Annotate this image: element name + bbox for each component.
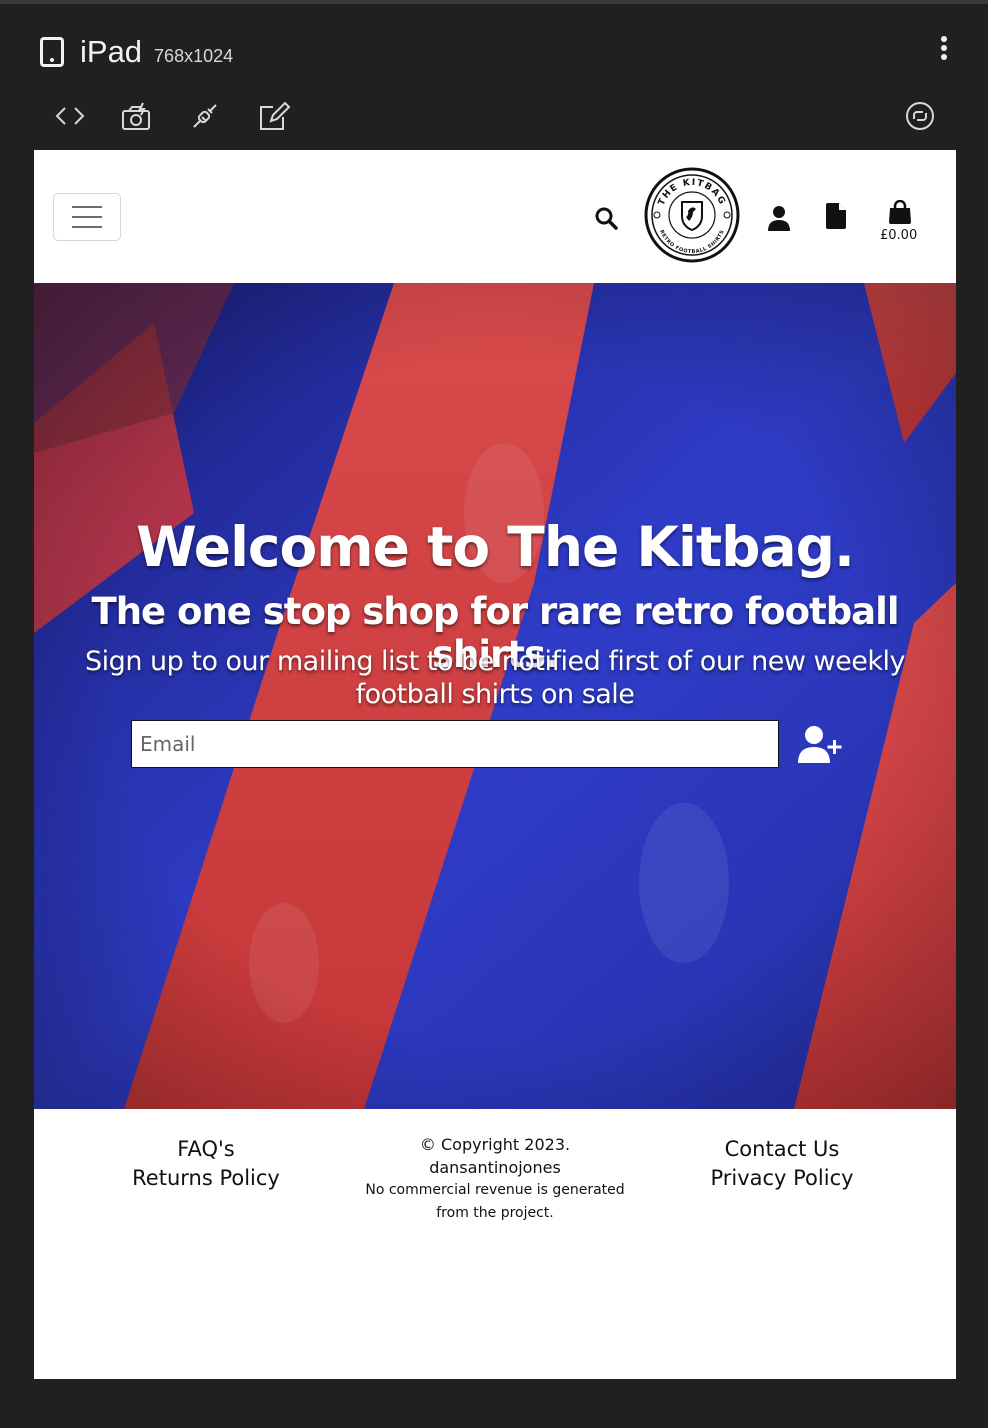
more-vert-icon[interactable] xyxy=(940,36,948,60)
rotate-icon[interactable] xyxy=(902,98,938,134)
menu-toggle-button[interactable] xyxy=(53,193,121,241)
copyright-text: © Copyright 2023. xyxy=(419,1135,571,1154)
devtools-toolbar: iPad 768x1024 xyxy=(0,0,988,150)
site-header: THE KITBAG RETRO FOOTBALL SHIRTS £0.00 xyxy=(34,150,956,283)
device-size: 768x1024 xyxy=(154,46,234,66)
site-footer: FAQ's Returns Policy © Copyright 2023. d… xyxy=(34,1109,956,1379)
privacy-policy-link[interactable]: Privacy Policy xyxy=(670,1164,894,1193)
device-name: iPad xyxy=(80,34,143,69)
shopping-bag-icon[interactable] xyxy=(884,200,916,224)
account-icon[interactable] xyxy=(767,205,791,231)
plug-icon[interactable] xyxy=(187,98,223,134)
device-selector[interactable]: iPad 768x1024 xyxy=(40,32,233,70)
site-logo[interactable]: THE KITBAG RETRO FOOTBALL SHIRTS xyxy=(644,167,740,263)
bag-total[interactable]: £0.00 xyxy=(880,228,917,243)
tablet-icon xyxy=(40,37,64,67)
author-name: dansantinojones xyxy=(429,1158,561,1177)
hero-banner: Welcome to The Kitbag. The one stop shop… xyxy=(34,283,956,1109)
mailing-list-prompt: Sign up to our mailing list to be notifi… xyxy=(85,646,905,710)
disclaimer-line-2: from the project. xyxy=(436,1205,554,1221)
code-icon[interactable] xyxy=(52,98,88,134)
hero-title: Welcome to The Kitbag. xyxy=(136,515,855,579)
contact-us-link[interactable]: Contact Us xyxy=(670,1135,894,1164)
search-icon[interactable] xyxy=(594,206,618,230)
footer-links-right: Contact Us Privacy Policy xyxy=(670,1135,894,1193)
email-field[interactable] xyxy=(131,720,779,768)
returns-policy-link[interactable]: Returns Policy xyxy=(94,1164,318,1193)
devtools-bottom-bar xyxy=(0,1379,988,1428)
edit-icon[interactable] xyxy=(256,98,292,134)
user-plus-icon[interactable] xyxy=(798,725,846,765)
document-icon[interactable] xyxy=(826,203,846,229)
disclaimer-line-1: No commercial revenue is generated xyxy=(365,1182,625,1198)
footer-links-left: FAQ's Returns Policy xyxy=(94,1135,318,1193)
page-viewport: THE KITBAG RETRO FOOTBALL SHIRTS £0.00 W… xyxy=(34,150,956,1379)
screenshot-icon[interactable] xyxy=(118,98,154,134)
footer-copyright: © Copyright 2023. dansantinojones No com… xyxy=(354,1133,636,1225)
faq-link[interactable]: FAQ's xyxy=(94,1135,318,1164)
